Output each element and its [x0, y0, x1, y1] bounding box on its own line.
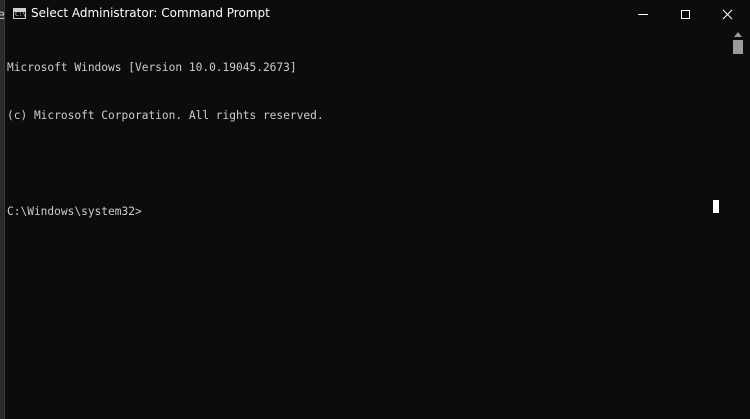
window-title: Select Administrator: Command Prompt [31, 6, 270, 20]
minimize-icon [638, 13, 648, 15]
maximize-button[interactable] [665, 0, 705, 28]
console-line-prompt[interactable]: C:\Windows\system32> [7, 204, 727, 220]
command-prompt-window[interactable]: C:\ Select Administrator: Command Prompt… [4, 0, 750, 419]
maximize-icon [680, 9, 690, 19]
scroll-thumb[interactable] [733, 40, 743, 54]
cmd-icon[interactable]: C:\ [13, 8, 26, 19]
close-icon [722, 9, 733, 20]
console-output[interactable]: Microsoft Windows [Version 10.0.19045.26… [7, 28, 727, 419]
console-line-copyright: (c) Microsoft Corporation. All rights re… [7, 109, 324, 122]
minimize-button[interactable] [623, 0, 663, 28]
vertical-scrollbar[interactable] [729, 28, 747, 419]
cmd-icon-text: C:\ [15, 11, 26, 18]
scroll-up-arrow-icon[interactable] [734, 32, 742, 37]
close-button[interactable] [707, 0, 747, 28]
text-cursor [713, 200, 719, 213]
console-line-blank [7, 156, 727, 172]
title-bar[interactable]: C:\ Select Administrator: Command Prompt [5, 0, 750, 28]
console-line-version: Microsoft Windows [Version 10.0.19045.26… [7, 61, 297, 74]
